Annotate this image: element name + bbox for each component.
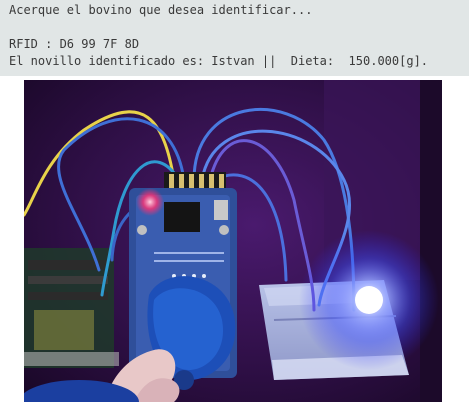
serial-line-rfid: RFID : D6 99 7F 8D: [9, 37, 140, 51]
background-edge: [420, 80, 442, 402]
arduino-board: [24, 248, 119, 368]
serial-line-prompt: Acerque el bovino que desea identificar.…: [9, 3, 313, 17]
status-led-red: [136, 188, 164, 216]
serial-monitor-output: Acerque el bovino que desea identificar.…: [0, 0, 469, 76]
rfid-setup-photo: [24, 80, 442, 402]
rfid-setup-illustration: [24, 80, 442, 402]
blue-led: [355, 286, 383, 314]
serial-blank-line: [9, 19, 469, 36]
serial-line-result: El novillo identificado es: Istvan || Di…: [9, 54, 429, 68]
